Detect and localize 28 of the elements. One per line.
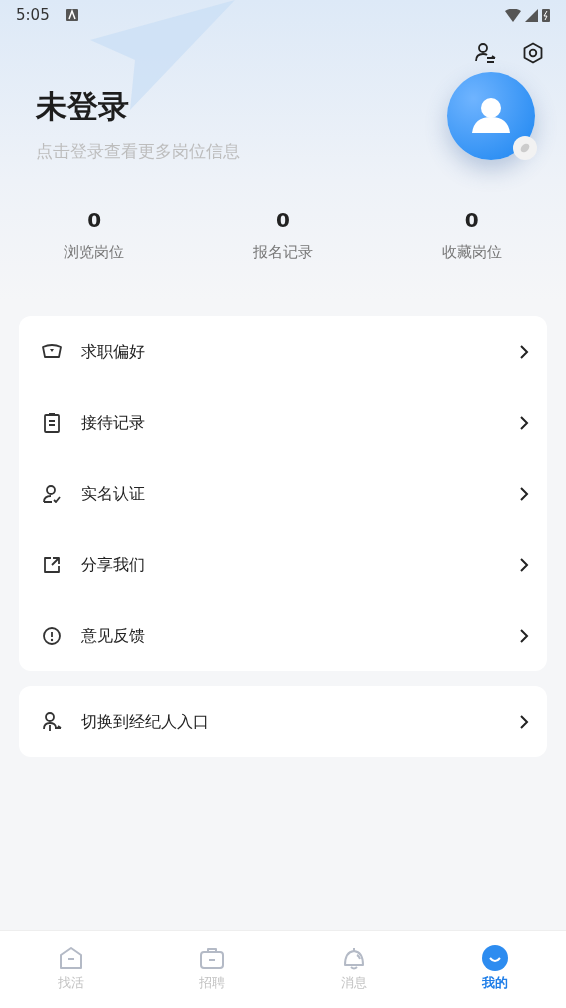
stat-label[interactable]: 浏览岗位	[0, 240, 189, 264]
wifi-icon	[505, 8, 521, 22]
settings-icon[interactable]	[522, 40, 544, 64]
stat-label[interactable]: 收藏岗位	[377, 240, 566, 264]
home-icon	[57, 945, 84, 971]
stat-count: 0	[463, 206, 480, 234]
menu-item[interactable]: 求职偏好	[19, 316, 547, 387]
avatar[interactable]	[447, 72, 535, 160]
login-status-title: 未登录	[36, 88, 130, 126]
switch-account-icon[interactable]	[474, 40, 496, 64]
briefcase-icon	[199, 945, 226, 971]
menu-item[interactable]: 意见反馈	[19, 600, 547, 671]
status-time: 5:05	[16, 4, 50, 26]
signal-icon	[525, 8, 538, 22]
agent-switch-icon	[41, 709, 63, 734]
clipboard-icon	[41, 410, 63, 435]
profile-icon	[482, 945, 509, 971]
stat-count: 0	[86, 206, 103, 234]
battery-icon	[542, 8, 550, 22]
edit-icon[interactable]	[513, 136, 537, 160]
menu-item[interactable]: 接待记录	[19, 387, 547, 458]
menu-item[interactable]: 实名认证	[19, 458, 547, 529]
notification-icon	[65, 9, 78, 21]
menu-item[interactable]: 分享我们	[19, 529, 547, 600]
stat-label[interactable]: 报名记录	[188, 240, 378, 264]
menu-item[interactable]: 切换到经纪人入口	[19, 686, 547, 757]
tab[interactable]: 我的	[424, 931, 566, 1008]
stat-count: 0	[275, 206, 291, 234]
